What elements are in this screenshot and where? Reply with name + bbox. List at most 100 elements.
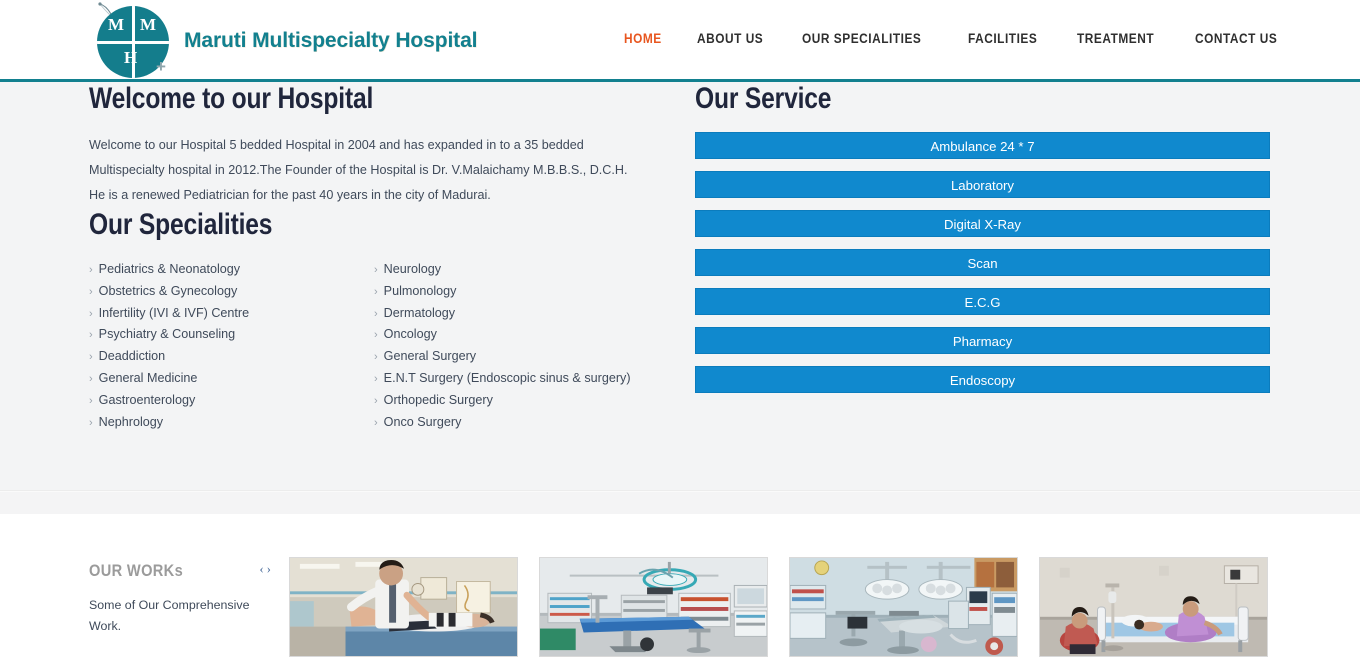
speciality-item[interactable]: › Pediatrics & Neonatology [89,259,374,281]
speciality-item[interactable]: › Orthopedic Surgery [374,390,659,412]
band-divider [0,491,1360,514]
speciality-label: Psychiatry & Counseling [98,327,236,342]
brand-title: Maruti Multispecialty Hospital [184,29,478,52]
speciality-item[interactable]: › Dermatology [374,303,659,325]
chevron-right-icon: › [89,351,93,364]
service-item-laboratory[interactable]: Laboratory [695,171,1270,198]
chevron-right-icon: › [374,372,378,385]
works-header: OUR WORKs ‹ › [89,561,271,581]
speciality-label: Oncology [383,327,437,342]
nav-item-facilities[interactable]: FACILITIES [968,31,1037,46]
site-header: M M H + Maruti Multispecialty Hospital H… [0,0,1360,82]
nav-item-treatment[interactable]: TREATMENT [1077,31,1154,46]
nav-item-about-us[interactable]: ABOUT US [697,31,763,46]
chevron-right-icon: › [89,372,93,385]
speciality-label: E.N.T Surgery (Endoscopic sinus & surger… [383,370,631,385]
speciality-label: Dermatology [383,305,456,320]
welcome-heading: Welcome to our Hospital [89,82,374,115]
medical-cross-icon: + [156,57,166,76]
chevron-right-icon: › [89,285,93,298]
specialities-column-right: › Neurology › Pulmonology › Dermatology … [374,259,659,433]
speciality-label: Onco Surgery [383,414,462,429]
speciality-item[interactable]: › Gastroenterology [89,390,374,412]
work-thumbnail[interactable] [539,557,768,657]
nav-item-contact-us[interactable]: CONTACT US [1195,31,1277,46]
speciality-item[interactable]: › General Medicine [89,368,374,390]
speciality-label: Nephrology [98,414,164,429]
work-thumbnail[interactable] [1039,557,1268,657]
brand-logo-link[interactable]: M M H + Maruti Multispecialty Hospital [94,2,477,80]
service-item-pharmacy[interactable]: Pharmacy [695,327,1270,354]
chevron-right-icon: › [374,264,378,276]
logo-horizontal-divider [97,40,169,44]
chevron-right-icon: › [374,307,378,320]
speciality-label: General Surgery [383,349,477,364]
logo-letter-top-left: M [108,15,125,34]
chevron-right-icon: › [89,264,93,276]
nav-item-home[interactable]: HOME [624,31,662,46]
speciality-item[interactable]: › Neurology [374,259,659,281]
chevron-right-icon: › [374,285,378,298]
speciality-item[interactable]: › Oncology [374,324,659,346]
speciality-label: Infertility (IVI & IVF) Centre [98,305,250,320]
chevron-right-icon: › [374,351,378,364]
works-gallery [289,557,1268,657]
speciality-label: Pediatrics & Neonatology [98,262,241,276]
chevron-right-icon: › [89,416,93,429]
service-item-ambulance[interactable]: Ambulance 24 * 7 [695,132,1270,159]
specialities-column-left: › Pediatrics & Neonatology › Obstetrics … [89,259,374,433]
works-text-block: OUR WORKs ‹ › Some of Our Comprehensive … [89,561,279,637]
speciality-item[interactable]: › General Surgery [374,346,659,368]
speciality-item[interactable]: › Onco Surgery [374,412,659,434]
specialities-heading: Our Specialities [89,208,273,241]
service-item-endoscopy[interactable]: Endoscopy [695,366,1270,393]
speciality-label: Orthopedic Surgery [383,392,493,407]
welcome-paragraph: Welcome to our Hospital 5 bedded Hospita… [89,138,628,202]
patient-ward-bed-photo [1040,558,1267,656]
speciality-label: Neurology [383,262,442,276]
service-item-ecg[interactable]: E.C.G [695,288,1270,315]
chevron-right-icon: › [374,394,378,407]
chevron-right-icon: › [374,416,378,429]
specialities-columns: › Pediatrics & Neonatology › Obstetrics … [89,242,659,433]
works-subtitle: Some of Our Comprehensive Work. [89,598,250,633]
content-band: Welcome to our Hospital Welcome to our H… [0,82,1360,491]
logo-letter-bottom: H [124,48,138,67]
service-item-scan[interactable]: Scan [695,249,1270,276]
left-column: Welcome to our Hospital Welcome to our H… [89,82,659,433]
operation-theatre-blue-table-photo [540,558,767,656]
speciality-item[interactable]: › Pulmonology [374,281,659,303]
nav-item-our-specialities[interactable]: OUR SPECIALITIES [802,31,921,46]
service-item-digital-xray[interactable]: Digital X-Ray [695,210,1270,237]
chevron-right-icon: › [89,394,93,407]
speciality-label: Deaddiction [98,349,166,364]
chevron-right-icon: › [89,307,93,320]
speciality-item[interactable]: › Infertility (IVI & IVF) Centre [89,303,374,325]
speciality-label: Gastroenterology [98,392,196,407]
speciality-item[interactable]: › Psychiatry & Counseling [89,324,374,346]
speciality-item[interactable]: › Nephrology [89,412,374,434]
operation-theatre-equipment-photo [790,558,1017,656]
main-navigation: HOME ABOUT US OUR SPECIALITIES FACILITIE… [624,31,1288,46]
service-heading: Our Service [695,82,832,115]
speciality-item[interactable]: › Obstetrics & Gynecology [89,281,374,303]
speciality-item[interactable]: › Deaddiction [89,346,374,368]
page-root: M M H + Maruti Multispecialty Hospital H… [0,0,1360,657]
works-title: OUR WORKs [89,561,184,580]
speciality-label: Pulmonology [383,283,457,298]
work-thumbnail[interactable] [789,557,1018,657]
speciality-item[interactable]: › E.N.T Surgery (Endoscopic sinus & surg… [374,368,659,390]
logo-letter-top-right: M [140,15,157,34]
chevron-right-icon: › [89,329,93,342]
carousel-next-icon[interactable]: › [267,562,271,575]
speciality-label: General Medicine [98,370,198,385]
service-list: Ambulance 24 * 7 Laboratory Digital X-Ra… [695,116,1270,393]
carousel-controls: ‹ › [259,561,271,575]
chevron-right-icon: › [374,329,378,342]
carousel-prev-icon[interactable]: ‹ [259,562,263,575]
work-thumbnail[interactable] [289,557,518,657]
speciality-label: Obstetrics & Gynecology [98,283,238,298]
physiotherapy-session-photo [290,558,517,656]
right-column: Our Service Ambulance 24 * 7 Laboratory … [695,82,1270,405]
hospital-logo: M M H + [94,2,180,80]
